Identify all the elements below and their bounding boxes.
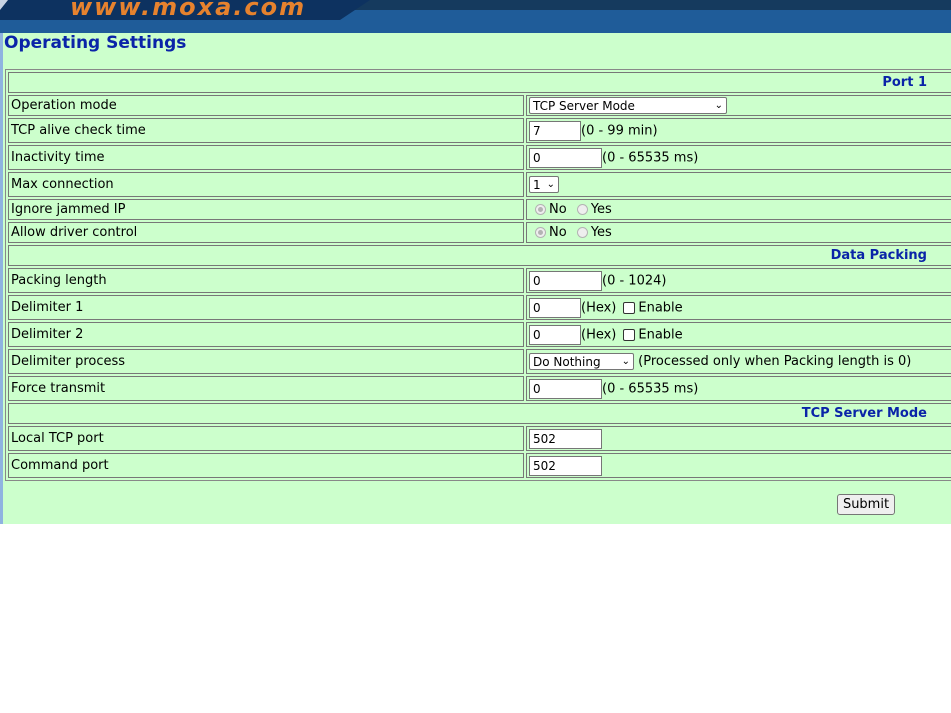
ignore-jammed-no-radio[interactable] bbox=[535, 204, 546, 215]
packing-length-cell: 0 (0 - 1024) bbox=[526, 268, 951, 293]
command-port-label: Command port bbox=[8, 453, 524, 478]
ignore-jammed-yes-radio[interactable] bbox=[576, 204, 588, 215]
tcp-alive-label: TCP alive check time bbox=[8, 118, 524, 143]
row-packing-length: Packing length 0 (0 - 1024) bbox=[8, 268, 951, 293]
row-inactivity: Inactivity time 0 (0 - 65535 ms) bbox=[8, 145, 951, 170]
command-port-cell: 502 bbox=[526, 453, 951, 478]
tcp-alive-input[interactable]: 7 bbox=[529, 120, 581, 141]
local-tcp-port-cell: 502 bbox=[526, 426, 951, 451]
delimiter2-enable-label: Enable bbox=[638, 327, 683, 342]
operation-mode-value: TCP Server Mode bbox=[533, 99, 635, 113]
delimiter1-enable-checkbox[interactable] bbox=[623, 301, 636, 314]
delimiter1-hint: (Hex) bbox=[581, 300, 617, 315]
delimiter2-input[interactable]: 0 bbox=[529, 324, 581, 345]
row-delimiter1: Delimiter 1 0 (Hex) Enable bbox=[8, 295, 951, 320]
row-delimiter2: Delimiter 2 0 (Hex) Enable bbox=[8, 322, 951, 347]
inactivity-hint: (0 - 65535 ms) bbox=[602, 150, 699, 165]
page-title: Operating Settings bbox=[4, 33, 187, 53]
delimiter-process-cell: Do Nothing ⌄ (Processed only when Packin… bbox=[526, 349, 951, 374]
section-header-port: Port 1 bbox=[8, 72, 951, 93]
section-title-port: Port 1 bbox=[8, 72, 951, 93]
ignore-jammed-no-label: No bbox=[549, 202, 567, 217]
delimiter-process-select[interactable]: Do Nothing ⌄ bbox=[529, 353, 634, 370]
packing-length-input[interactable]: 0 bbox=[529, 270, 602, 291]
section-title-tcp-server: TCP Server Mode bbox=[8, 403, 951, 424]
delimiter-process-value: Do Nothing bbox=[533, 355, 601, 369]
packing-length-label: Packing length bbox=[8, 268, 524, 293]
delimiter2-hint: (Hex) bbox=[581, 327, 617, 342]
allow-driver-label: Allow driver control bbox=[8, 222, 524, 243]
ignore-jammed-cell: No Yes bbox=[526, 199, 951, 220]
delimiter-process-label: Delimiter process bbox=[8, 349, 524, 374]
allow-driver-no-radio[interactable] bbox=[535, 227, 546, 238]
inactivity-input[interactable]: 0 bbox=[529, 147, 602, 168]
section-header-tcp-server: TCP Server Mode bbox=[8, 403, 951, 424]
tcp-alive-hint: (0 - 99 min) bbox=[581, 123, 658, 138]
operation-mode-select[interactable]: TCP Server Mode ⌄ bbox=[529, 97, 727, 114]
delimiter-process-hint: (Processed only when Packing length is 0… bbox=[638, 354, 912, 369]
local-tcp-port-input[interactable]: 502 bbox=[529, 428, 602, 449]
delimiter1-input[interactable]: 0 bbox=[529, 297, 581, 318]
max-connection-label: Max connection bbox=[8, 172, 524, 197]
chevron-down-icon: ⌄ bbox=[621, 356, 630, 367]
force-transmit-label: Force transmit bbox=[8, 376, 524, 401]
delimiter2-label: Delimiter 2 bbox=[8, 322, 524, 347]
row-max-connection: Max connection 1 ⌄ bbox=[8, 172, 951, 197]
row-ignore-jammed: Ignore jammed IP No Yes bbox=[8, 199, 951, 220]
row-delimiter-process: Delimiter process Do Nothing ⌄ (Processe… bbox=[8, 349, 951, 374]
delimiter2-cell: 0 (Hex) Enable bbox=[526, 322, 951, 347]
settings-table: Port 1 Operation mode TCP Server Mode ⌄ … bbox=[5, 69, 951, 481]
ignore-jammed-label: Ignore jammed IP bbox=[8, 199, 524, 220]
max-connection-select[interactable]: 1 ⌄ bbox=[529, 176, 559, 193]
delimiter1-cell: 0 (Hex) Enable bbox=[526, 295, 951, 320]
ignore-jammed-yes-label: Yes bbox=[590, 202, 612, 217]
row-force-transmit: Force transmit 0 (0 - 65535 ms) bbox=[8, 376, 951, 401]
row-operation-mode: Operation mode TCP Server Mode ⌄ bbox=[8, 95, 951, 116]
max-connection-cell: 1 ⌄ bbox=[526, 172, 951, 197]
allow-driver-no-label: No bbox=[549, 225, 567, 240]
chevron-down-icon: ⌄ bbox=[546, 179, 555, 190]
inactivity-label: Inactivity time bbox=[8, 145, 524, 170]
delimiter2-enable-checkbox[interactable] bbox=[623, 328, 636, 341]
force-transmit-input[interactable]: 0 bbox=[529, 378, 602, 399]
header-banner: www.moxa.com bbox=[0, 0, 951, 33]
banner-corner-arrow-icon bbox=[0, 0, 8, 10]
operation-mode-label: Operation mode bbox=[8, 95, 524, 116]
inactivity-cell: 0 (0 - 65535 ms) bbox=[526, 145, 951, 170]
delimiter1-enable-label: Enable bbox=[638, 300, 683, 315]
operation-mode-cell: TCP Server Mode ⌄ bbox=[526, 95, 951, 116]
packing-length-hint: (0 - 1024) bbox=[602, 273, 667, 288]
force-transmit-hint: (0 - 65535 ms) bbox=[602, 381, 699, 396]
tcp-alive-cell: 7 (0 - 99 min) bbox=[526, 118, 951, 143]
row-command-port: Command port 502 bbox=[8, 453, 951, 478]
chevron-down-icon: ⌄ bbox=[714, 100, 723, 111]
command-port-input[interactable]: 502 bbox=[529, 455, 602, 476]
delimiter1-label: Delimiter 1 bbox=[8, 295, 524, 320]
allow-driver-yes-label: Yes bbox=[590, 225, 612, 240]
row-local-tcp-port: Local TCP port 502 bbox=[8, 426, 951, 451]
row-tcp-alive: TCP alive check time 7 (0 - 99 min) bbox=[8, 118, 951, 143]
section-title-data-packing: Data Packing bbox=[8, 245, 951, 266]
force-transmit-cell: 0 (0 - 65535 ms) bbox=[526, 376, 951, 401]
allow-driver-cell: No Yes bbox=[526, 222, 951, 243]
allow-driver-yes-radio[interactable] bbox=[576, 227, 588, 238]
max-connection-value: 1 bbox=[533, 178, 541, 192]
moxa-logo[interactable]: www.moxa.com bbox=[70, 0, 306, 21]
row-allow-driver: Allow driver control No Yes bbox=[8, 222, 951, 243]
settings-panel: Operating Settings Port 1 Operation mode… bbox=[0, 33, 951, 524]
section-header-data-packing: Data Packing bbox=[8, 245, 951, 266]
submit-button[interactable]: Submit bbox=[837, 494, 895, 515]
local-tcp-port-label: Local TCP port bbox=[8, 426, 524, 451]
